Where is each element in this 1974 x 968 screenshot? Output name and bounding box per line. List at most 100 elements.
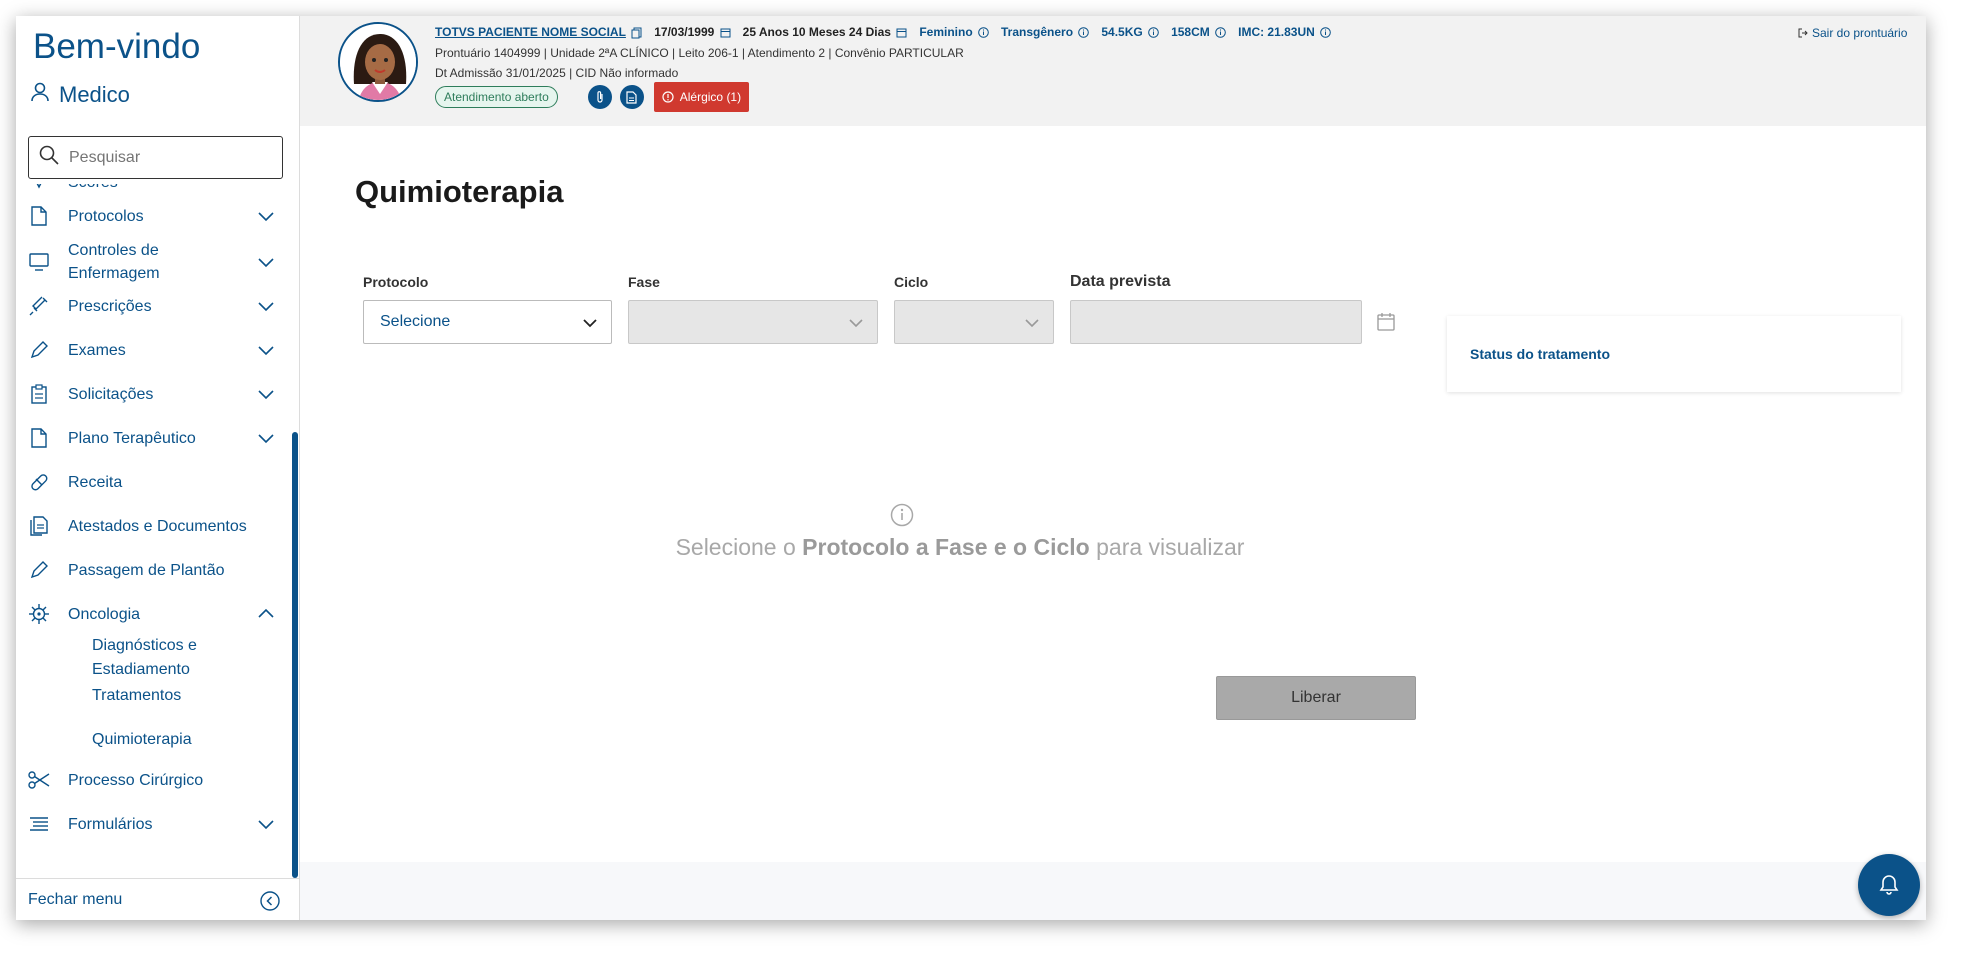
date-label: Data prevista [1070, 273, 1171, 290]
allergy-label: Alérgico (1) [679, 90, 742, 104]
document-icon [28, 427, 50, 449]
sidebar-item-scores[interactable]: Scores [16, 184, 284, 194]
patient-header: TOTVS PACIENTE NOME SOCIAL 17/03/1999 25… [300, 16, 1926, 126]
status-badge: Atendimento aberto [435, 86, 558, 108]
search-icon [39, 145, 59, 170]
copy-icon[interactable] [631, 27, 642, 39]
sidebar-item-passagem-plantao[interactable]: Passagem de Plantão [16, 556, 284, 584]
patient-cid-info: Dt Admissão 31/01/2025 | CID Não informa… [435, 66, 679, 80]
virus-icon [28, 603, 50, 625]
sidebar-item-solicitacoes[interactable]: Solicitações [16, 380, 284, 408]
treatment-status-label: Status do tratamento [1470, 346, 1611, 362]
chevron-down-icon [258, 302, 274, 312]
allergy-button[interactable]: Alérgico (1) [653, 82, 750, 112]
app-window: Bem-vindo Medico Scores Protocolos [16, 16, 1926, 920]
patient-gender: Transgênero [1001, 25, 1074, 39]
protocol-select[interactable]: Selecione [363, 300, 612, 344]
calendar-icon[interactable] [1376, 312, 1396, 337]
sidebar-item-prescricoes[interactable]: Prescrições [16, 292, 284, 320]
info-icon[interactable] [978, 27, 989, 39]
patient-name-link[interactable]: TOTVS PACIENTE NOME SOCIAL [435, 25, 642, 39]
sidebar-subitem-quimioterapia[interactable]: Quimioterapia [92, 728, 192, 752]
sidebar-item-formularios[interactable]: Formulários [16, 810, 284, 838]
sidebar-item-label: Formulários [68, 815, 153, 833]
user-role-label: Medico [59, 82, 130, 107]
welcome-title: Bem-vindo [33, 27, 201, 66]
paperclip-icon [597, 91, 603, 103]
sidebar-subitem-tratamentos[interactable]: Tratamentos [92, 684, 181, 708]
main-content: Quimioterapia Protocolo Selecione Fase C… [300, 126, 1926, 862]
birth-date: 17/03/1999 [654, 25, 715, 39]
sidebar-item-receita[interactable]: Receita [16, 468, 284, 496]
checkmark-icon [28, 184, 50, 193]
patient-admission-info: Prontuário 1404999 | Unidade 2ªA CLÍNICO… [435, 46, 964, 60]
sidebar-menu: Scores Protocolos Controles de Enfermage… [16, 184, 284, 874]
sidebar-item-processo-cirurgico[interactable]: Processo Cirúrgico [16, 766, 284, 794]
logout-link[interactable]: Sair do prontuário [1798, 26, 1907, 40]
calendar-icon [720, 27, 731, 38]
date-input[interactable] [1070, 300, 1362, 344]
search-input[interactable] [69, 148, 249, 167]
patient-avatar [338, 22, 418, 102]
sidebar-item-label: Atestados e Documentos [68, 517, 247, 535]
chevron-down-icon [258, 212, 274, 222]
close-menu-label: Fechar menu [28, 890, 123, 908]
info-icon[interactable] [1320, 27, 1331, 39]
scissors-icon [28, 769, 50, 791]
sidebar-item-label: Scores [68, 184, 118, 194]
patient-height: 158CM [1171, 25, 1210, 39]
release-button[interactable]: Liberar [1216, 676, 1416, 720]
user-role: Medico [31, 82, 130, 108]
sidebar-item-label: Controles de Enfermagem [68, 242, 160, 282]
cycle-select[interactable] [894, 300, 1054, 344]
search-box[interactable] [28, 136, 283, 179]
sidebar-item-atestados[interactable]: Atestados e Documentos [16, 512, 284, 540]
sidebar-item-plano-terapeutico[interactable]: Plano Terapêutico [16, 424, 284, 452]
document-icon [28, 205, 50, 227]
cycle-label: Ciclo [894, 274, 929, 290]
document-button[interactable] [619, 85, 644, 109]
patient-bmi: IMC: 21.83UN [1238, 25, 1315, 39]
chevron-down-icon [258, 258, 274, 268]
chevron-down-icon [1025, 319, 1039, 328]
calendar-icon [896, 27, 907, 38]
sidebar-item-label: Receita [68, 473, 123, 491]
phase-label: Fase [628, 274, 660, 290]
empty-state-message: Selecione o Protocolo a Fase e o Ciclo p… [300, 534, 1620, 561]
logout-icon [1798, 28, 1808, 38]
sidebar-item-label: Passagem de Plantão [68, 561, 225, 579]
empty-text-3: para visualizar [1096, 534, 1245, 560]
sidebar-item-controles-enfermagem[interactable]: Controles de Enfermagem [16, 238, 284, 286]
document-icon [626, 90, 637, 104]
sidebar-item-label: Processo Cirúrgico [68, 771, 204, 789]
patient-status-row: Atendimento aberto Alérgico (1) [435, 82, 750, 112]
info-icon[interactable] [1078, 27, 1090, 39]
chevron-down-icon [583, 319, 597, 328]
monitor-icon [28, 251, 50, 273]
close-menu-button[interactable]: Fechar menu [16, 878, 300, 920]
sidebar-scrollbar[interactable] [292, 432, 298, 878]
user-icon [31, 82, 49, 108]
sidebar-item-label: Solicitações [68, 385, 154, 403]
protocol-label: Protocolo [363, 274, 429, 290]
info-icon[interactable] [1148, 27, 1159, 39]
sidebar-item-label: Plano Terapêutico [68, 429, 196, 447]
phase-select[interactable] [628, 300, 878, 344]
footer-band [300, 862, 1926, 920]
notifications-button[interactable] [1858, 854, 1920, 916]
documents-icon [28, 515, 50, 537]
sidebar-subitem-diagnosticos[interactable]: Diagnósticos e Estadiamento [92, 634, 242, 682]
pencil-icon [28, 559, 50, 581]
chevron-down-icon [849, 319, 863, 328]
sidebar-item-protocolos[interactable]: Protocolos [16, 202, 284, 230]
sidebar-item-exames[interactable]: Exames [16, 336, 284, 364]
sidebar-item-label: Oncologia [68, 605, 141, 623]
attachment-button[interactable] [587, 85, 612, 109]
sidebar-item-oncologia[interactable]: Oncologia [16, 600, 284, 628]
info-icon [890, 503, 914, 532]
info-icon[interactable] [1215, 27, 1226, 39]
sidebar: Bem-vindo Medico Scores Protocolos [16, 16, 300, 920]
syringe-icon [28, 295, 50, 317]
chevron-left-circle-icon [260, 891, 280, 916]
bell-icon [1879, 875, 1899, 895]
